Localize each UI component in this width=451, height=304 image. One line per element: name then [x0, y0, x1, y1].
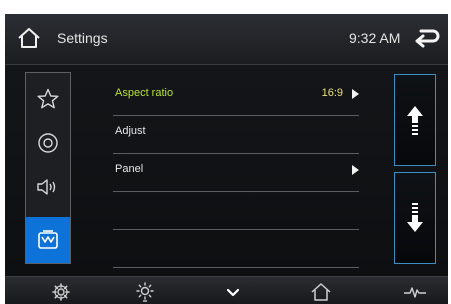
setting-row-adjust[interactable]: Adjust	[113, 116, 359, 154]
arrow-up-icon	[407, 106, 423, 135]
setting-label: Adjust	[115, 125, 146, 137]
arrow-down-icon	[407, 203, 423, 232]
setting-value: 16:9	[321, 87, 343, 99]
setting-label: Panel	[115, 163, 144, 175]
chevron-down-icon	[226, 288, 240, 297]
category-display[interactable]	[26, 217, 70, 263]
brightness-icon	[136, 282, 154, 302]
disc-icon	[38, 133, 58, 153]
clock: 9:32 AM	[349, 30, 401, 46]
home-button[interactable]	[15, 24, 43, 52]
brightness-button[interactable]	[133, 281, 157, 303]
page-title: Settings	[57, 30, 108, 46]
setting-row-empty	[113, 230, 359, 268]
home-icon	[18, 28, 40, 48]
chevron-right-icon	[352, 165, 359, 175]
chevron-right-icon	[352, 89, 359, 99]
category-favorites[interactable]	[26, 77, 70, 121]
category-sidebar	[25, 72, 71, 264]
header-bar: Settings 9:32 AM	[5, 14, 448, 65]
setting-row-aspect-ratio[interactable]: Aspect ratio 16:9	[113, 78, 359, 116]
home-shortcut-button[interactable]	[309, 281, 333, 303]
collapse-button[interactable]	[221, 281, 245, 303]
setting-row-panel[interactable]: Panel	[113, 154, 359, 192]
display-icon	[38, 230, 58, 249]
bottom-bar	[5, 276, 448, 304]
category-audio[interactable]	[26, 165, 70, 209]
back-button[interactable]	[413, 25, 441, 51]
pulse-icon	[404, 287, 426, 298]
scroll-up-button[interactable]	[394, 74, 436, 166]
top-strip	[0, 0, 451, 14]
gear-icon	[52, 283, 70, 301]
setting-label: Aspect ratio	[115, 87, 174, 99]
back-arrow-icon	[415, 29, 440, 48]
category-media[interactable]	[26, 121, 70, 165]
setting-row-empty	[113, 192, 359, 230]
star-icon	[37, 88, 59, 109]
home-icon	[311, 283, 331, 301]
settings-list: Aspect ratio 16:9 Adjust Panel	[113, 78, 359, 268]
scroll-down-button[interactable]	[394, 172, 436, 264]
pulse-button[interactable]	[403, 281, 427, 303]
speaker-icon	[37, 179, 56, 195]
settings-shortcut-button[interactable]	[49, 281, 73, 303]
head-unit-screen: Settings 9:32 AM Aspect ratio 16:9 Adjus…	[5, 14, 448, 304]
